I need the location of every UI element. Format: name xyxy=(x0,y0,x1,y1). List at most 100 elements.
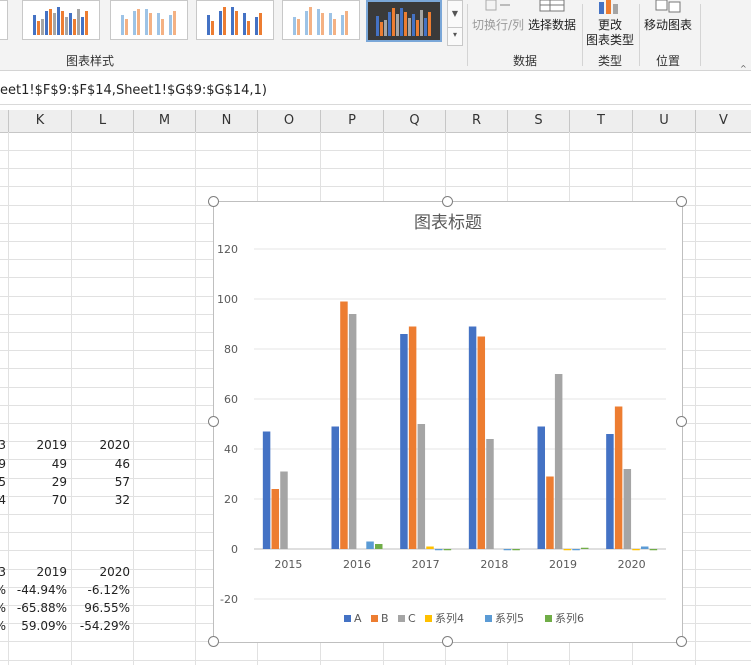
column-header-s[interactable]: S xyxy=(508,110,570,132)
column-header-t[interactable]: T xyxy=(570,110,633,132)
chart-style-thumb-4[interactable] xyxy=(282,0,360,40)
cell-k11[interactable]: 29 xyxy=(9,473,67,491)
legend-label-A: A xyxy=(354,612,362,625)
cell-j9[interactable]: 3 xyxy=(0,436,6,454)
switch-row-col-icon xyxy=(482,0,516,14)
cell-j19[interactable]: % xyxy=(0,617,6,635)
x-tick-label: 2019 xyxy=(549,558,577,571)
legend-label-B: B xyxy=(381,612,389,625)
x-tick-label: 2016 xyxy=(343,558,371,571)
gallery-down-icon[interactable]: ▼ xyxy=(448,7,462,21)
column-header-q[interactable]: Q xyxy=(384,110,446,132)
cell-j10[interactable]: 9 xyxy=(0,455,6,473)
bar-A-2017 xyxy=(400,334,408,549)
resize-handle-bottom-left[interactable] xyxy=(208,636,219,647)
column-header-k[interactable]: K xyxy=(9,110,72,132)
gallery-scroll[interactable]: ▼ ▾ xyxy=(447,0,463,46)
cell-l9[interactable]: 2020 xyxy=(72,436,130,454)
column-header-m[interactable]: M xyxy=(134,110,196,132)
cell-l11[interactable]: 57 xyxy=(72,473,130,491)
x-tick-label: 2017 xyxy=(412,558,440,571)
x-tick-label: 2015 xyxy=(274,558,302,571)
bar-B-2020 xyxy=(614,406,623,549)
gallery-more-icon[interactable]: ▾ xyxy=(448,27,462,42)
bar-系列4-2017 xyxy=(426,546,434,549)
legend-label-系列4: 系列4 xyxy=(435,611,464,625)
cell-k18[interactable]: -65.88% xyxy=(9,599,67,617)
move-chart-icon xyxy=(654,0,682,14)
move-chart-button[interactable]: 移动图表 xyxy=(640,18,696,33)
cell-k12[interactable]: 70 xyxy=(9,491,67,509)
cell-l12[interactable]: 32 xyxy=(72,491,130,509)
column-header-l[interactable]: L xyxy=(72,110,134,132)
resize-handle-bottom[interactable] xyxy=(442,636,453,647)
resize-handle-left[interactable] xyxy=(208,416,219,427)
chart-style-thumb-1-icon xyxy=(33,7,88,35)
chart-canvas: 图表标题 120 100 80 60 40 20 0 -20 2015 2016 2017 2018 20… xyxy=(217,213,666,625)
cell-l19[interactable]: -54.29% xyxy=(72,617,130,635)
chart-object[interactable]: 图表标题 120 100 80 60 40 20 0 -20 2015 2016 2017 2018 20… xyxy=(213,201,683,643)
cell-j12[interactable]: 4 xyxy=(0,491,6,509)
y-tick-label: 60 xyxy=(224,393,238,406)
column-header-o[interactable]: O xyxy=(258,110,321,132)
cell-k17[interactable]: -44.94% xyxy=(9,581,67,599)
chart-style-thumb-5-selected[interactable] xyxy=(366,0,442,42)
ribbon-separator xyxy=(467,4,468,66)
select-data-button[interactable]: 选择数据 xyxy=(526,18,578,33)
resize-handle-top-right[interactable] xyxy=(676,196,687,207)
legend-label-系列5: 系列5 xyxy=(495,611,524,625)
column-header-u[interactable]: U xyxy=(633,110,696,132)
bar-系列5-2019 xyxy=(572,549,580,551)
cell-k16[interactable]: 2019 xyxy=(9,563,67,581)
change-chart-type-icon xyxy=(597,0,623,14)
column-header-p[interactable]: P xyxy=(321,110,384,132)
bar-B-2015 xyxy=(271,489,280,549)
resize-handle-top-left[interactable] xyxy=(208,196,219,207)
bar-B-2019 xyxy=(546,476,554,549)
y-tick-label: -20 xyxy=(220,593,238,606)
bar-系列5-2020 xyxy=(640,546,649,549)
cell-j17[interactable]: % xyxy=(0,581,6,599)
cell-k10[interactable]: 49 xyxy=(9,455,67,473)
bar-系列4-2020 xyxy=(632,549,640,551)
bar-B-2016 xyxy=(340,301,348,549)
chart-style-thumb-0[interactable] xyxy=(0,0,8,40)
group-data-label: 数据 xyxy=(512,54,537,68)
x-tick-label: 2018 xyxy=(480,558,508,571)
cell-j16[interactable]: 3 xyxy=(0,563,6,581)
change-chart-type-label-1: 更改 xyxy=(597,18,622,32)
column-header-v[interactable]: V xyxy=(696,110,751,132)
cell-k9[interactable]: 2019 xyxy=(9,436,67,454)
column-header-n[interactable]: N xyxy=(196,110,258,132)
legend-swatch-系列6 xyxy=(545,615,552,622)
bar-C-2020 xyxy=(623,469,632,549)
ribbon-separator xyxy=(700,4,701,66)
column-header-r[interactable]: R xyxy=(446,110,508,132)
cell-l16[interactable]: 2020 xyxy=(72,563,130,581)
chart-style-thumb-3[interactable] xyxy=(196,0,274,40)
resize-handle-top[interactable] xyxy=(442,196,453,207)
x-tick-label: 2020 xyxy=(618,558,646,571)
resize-handle-bottom-right[interactable] xyxy=(676,636,687,647)
legend-label-C: C xyxy=(408,612,416,625)
bar-系列6-2020 xyxy=(649,549,658,551)
legend-swatch-C xyxy=(398,615,405,622)
bar-C-2017 xyxy=(417,424,426,549)
change-chart-type-button[interactable]: 更改 图表类型 xyxy=(583,18,637,48)
cell-k19[interactable]: 59.09% xyxy=(9,617,67,635)
column-header-partial[interactable] xyxy=(0,110,9,132)
column-gridline xyxy=(195,132,196,665)
cell-l10[interactable]: 46 xyxy=(72,455,130,473)
collapse-ribbon-icon[interactable]: ^ xyxy=(740,64,750,73)
bar-系列6-2018 xyxy=(512,549,520,551)
chart-style-thumb-2[interactable] xyxy=(110,0,188,40)
switch-row-col-button[interactable]: 切换行/列 xyxy=(470,18,526,33)
cell-j18[interactable]: % xyxy=(0,599,6,617)
cell-l18[interactable]: 96.55% xyxy=(72,599,130,617)
formula-text[interactable]: eet1!$F$9:$F$14,Sheet1!$G$9:$G$14,1) xyxy=(0,83,267,98)
resize-handle-right[interactable] xyxy=(676,416,687,427)
chart-style-thumb-1[interactable] xyxy=(22,0,100,40)
bar-A-2015 xyxy=(262,431,271,549)
cell-j11[interactable]: 5 xyxy=(0,473,6,491)
cell-l17[interactable]: -6.12% xyxy=(72,581,130,599)
